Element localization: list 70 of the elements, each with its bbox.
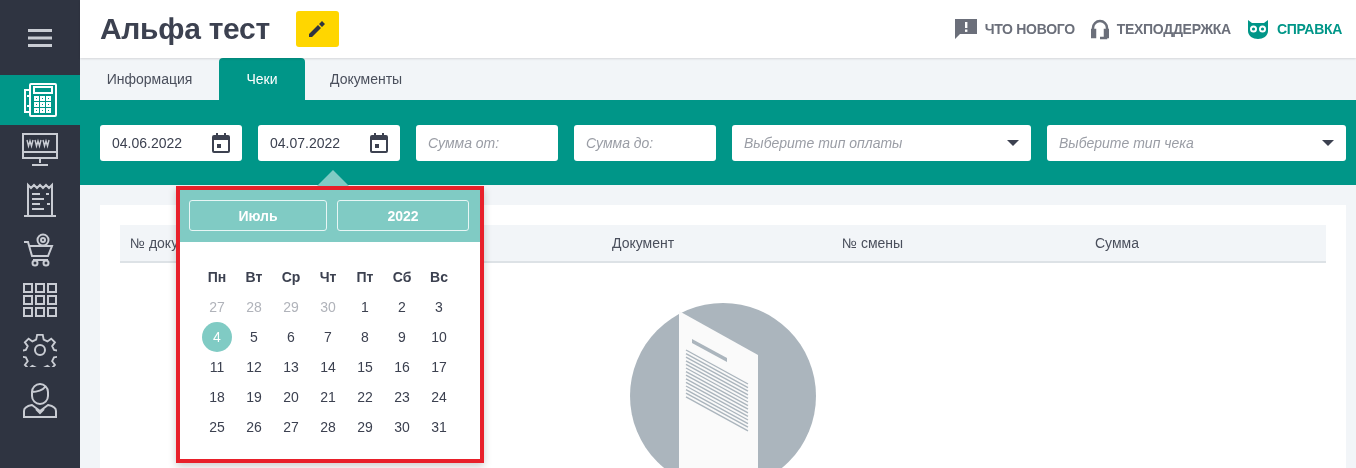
column-header: № смены <box>841 234 905 253</box>
dropdown-caret-icon <box>1322 139 1334 146</box>
calendar-day[interactable]: 30 <box>383 412 421 442</box>
calendar-day[interactable]: 1 <box>346 292 384 322</box>
dropdown-field[interactable]: Выберите тип оплаты <box>732 124 1031 161</box>
column-header: Сумма <box>1094 234 1140 253</box>
calendar-day[interactable]: 20 <box>272 382 310 412</box>
header-link[interactable]: СПРАВКА <box>1246 19 1342 39</box>
weekday-label: Вс <box>429 268 449 287</box>
calendar-icon[interactable] <box>370 132 388 153</box>
header-link[interactable]: ТЕХПОДДЕРЖКА <box>1090 18 1231 40</box>
cash-register-icon <box>22 82 58 118</box>
calendar-day[interactable]: 10 <box>420 322 458 352</box>
calendar-icon[interactable] <box>212 132 230 153</box>
calendar-day[interactable]: 25 <box>198 412 236 442</box>
calendar-day[interactable]: 12 <box>235 352 273 382</box>
column-header: Документ <box>611 234 676 253</box>
date-field[interactable]: 04.06.2022 <box>100 124 242 161</box>
calendar-day[interactable]: 3 <box>420 292 458 322</box>
amount-field[interactable]: Сумма до: <box>574 124 716 161</box>
date-field[interactable]: 04.07.2022 <box>258 124 400 161</box>
amount-field[interactable]: Сумма от: <box>416 124 558 161</box>
calendar-day[interactable]: 6 <box>272 322 310 352</box>
dropdown-caret-icon <box>1007 139 1019 146</box>
weekday-label: Пн <box>206 268 228 287</box>
receipt-icon <box>23 182 57 218</box>
calendar-day[interactable]: 19 <box>235 382 273 412</box>
www-monitor-icon <box>22 133 58 167</box>
calendar-day[interactable]: 23 <box>383 382 421 412</box>
calendar-day[interactable]: 18 <box>198 382 236 412</box>
calendar-day[interactable]: 21 <box>309 382 347 412</box>
calendar-day[interactable]: 17 <box>420 352 458 382</box>
edit-button[interactable] <box>295 11 339 47</box>
calendar-day[interactable]: 11 <box>198 352 236 382</box>
headset-icon <box>1090 18 1109 40</box>
owl-icon <box>1246 19 1269 39</box>
calendar-day[interactable]: 8 <box>346 322 384 352</box>
calendar-day[interactable]: 9 <box>383 322 421 352</box>
header-link[interactable]: ЧТО НОВОГО <box>954 19 1075 39</box>
dropdown-field[interactable]: Выберите тип чека <box>1047 124 1346 161</box>
weekday-label: Чт <box>318 268 338 287</box>
grid-icon <box>23 283 57 317</box>
calendar-day[interactable]: 5 <box>235 322 273 352</box>
calendar-day[interactable]: 13 <box>272 352 310 382</box>
weekday-label: Вт <box>244 268 264 287</box>
calendar-day[interactable]: 26 <box>235 412 273 442</box>
menu-icon[interactable] <box>28 28 52 47</box>
calendar-day[interactable]: 29 <box>346 412 384 442</box>
weekday-label: Сб <box>391 268 413 287</box>
tab[interactable]: Документы <box>305 58 428 100</box>
pencil-icon <box>309 21 326 37</box>
calendar-day[interactable]: 2 <box>383 292 421 322</box>
tab[interactable]: Чеки <box>219 58 305 100</box>
calendar-day[interactable]: 28 <box>309 412 347 442</box>
user-icon <box>23 382 57 418</box>
calendar-day[interactable]: 16 <box>383 352 421 382</box>
calendar-day[interactable]: 27 <box>272 412 310 442</box>
settings-icon <box>23 333 57 367</box>
weekday-label: Пт <box>355 268 375 287</box>
calendar-day[interactable]: 31 <box>420 412 458 442</box>
calendar-day[interactable]: 24 <box>420 382 458 412</box>
sidebar-item[interactable] <box>0 75 80 125</box>
calendar-day[interactable]: 15 <box>346 352 384 382</box>
page-title: Альфа тест <box>100 12 270 46</box>
calendar-day[interactable]: 22 <box>346 382 384 412</box>
weekday-label: Ср <box>280 268 302 287</box>
tab[interactable]: Информация <box>80 58 219 100</box>
calendar-day[interactable]: 7 <box>309 322 347 352</box>
calendar-day[interactable]: 14 <box>309 352 347 382</box>
message-alert-icon <box>954 19 977 39</box>
